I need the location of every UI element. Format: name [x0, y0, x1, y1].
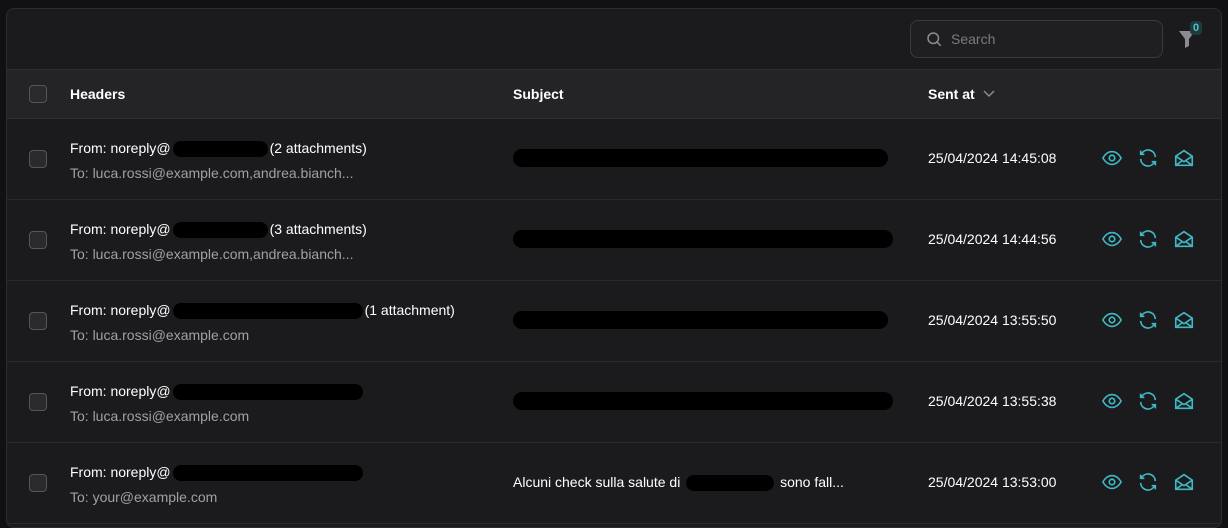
sent-at: 25/04/2024 13:55:38 [928, 393, 1057, 409]
to-line: To: your@example.com [70, 489, 218, 505]
table-row[interactable]: From: noreply@ (2 attachments) To: luca.r… [7, 119, 1221, 200]
subject-text: Alcuni check sulla salute di [513, 474, 681, 490]
eye-icon[interactable] [1101, 471, 1123, 493]
envelope-open-icon[interactable] [1173, 471, 1195, 493]
table-row[interactable]: From: noreply@ To: luca.rossi@example.co… [7, 362, 1221, 443]
row-checkbox[interactable] [29, 312, 47, 330]
table-row[interactable]: From: noreply@ (3 attachments) To: luca.r… [7, 200, 1221, 281]
row-checkbox[interactable] [29, 231, 47, 249]
from-text: From: noreply@ [70, 221, 171, 237]
search-input[interactable] [951, 31, 1151, 47]
column-sent-at-label: Sent at [928, 86, 975, 102]
redacted-sender [172, 303, 363, 320]
attachments-count: (1 attachment) [364, 302, 455, 318]
column-subject: Subject [513, 86, 564, 102]
redacted-sender [172, 465, 363, 482]
resend-icon[interactable] [1137, 147, 1159, 169]
toolbar: 0 [7, 9, 1221, 69]
search-box[interactable] [910, 20, 1163, 58]
from-line: From: noreply@ (1 attachment) [70, 302, 455, 320]
from-text: From: noreply@ [70, 140, 171, 156]
select-all-checkbox[interactable] [29, 85, 47, 103]
eye-icon[interactable] [1101, 228, 1123, 250]
filter-button[interactable]: 0 [1177, 21, 1207, 55]
row-actions [1101, 390, 1195, 412]
search-icon [927, 32, 942, 47]
envelope-open-icon[interactable] [1173, 390, 1195, 412]
resend-icon[interactable] [1137, 228, 1159, 250]
redacted-subject [513, 392, 893, 410]
attachments-count: (3 attachments) [269, 221, 367, 237]
sent-at: 25/04/2024 14:44:56 [928, 231, 1057, 247]
chevron-down-icon [983, 90, 995, 98]
row-actions [1101, 228, 1195, 250]
from-text: From: noreply@ [70, 302, 171, 318]
eye-icon[interactable] [1101, 309, 1123, 331]
redacted-subject [686, 475, 775, 492]
table-row[interactable]: From: noreply@ To: your@example.com 25/0… [7, 443, 1221, 524]
table-row[interactable]: From: noreply@ (1 attachment) To: luca.ro… [7, 281, 1221, 362]
email-log-panel: 0 Headers Subject Sent at From: noreply@… [6, 8, 1222, 528]
sent-at: 25/04/2024 13:53:00 [928, 474, 1057, 490]
row-actions [1101, 147, 1195, 169]
redacted-subject [513, 149, 888, 167]
row-actions [1101, 471, 1195, 493]
to-line: To: luca.rossi@example.com,andrea.bianch… [70, 246, 354, 262]
column-headers: Headers [70, 86, 126, 102]
row-checkbox[interactable] [29, 474, 47, 492]
from-line: From: noreply@ (3 attachments) [70, 221, 367, 239]
from-line: From: noreply@ (2 attachments) [70, 140, 367, 158]
attachments-count: (2 attachments) [269, 140, 367, 156]
envelope-open-icon[interactable] [1173, 147, 1195, 169]
eye-icon[interactable] [1101, 147, 1123, 169]
table-header: Headers Subject Sent at [7, 69, 1221, 119]
envelope-open-icon[interactable] [1173, 309, 1195, 331]
resend-icon[interactable] [1137, 390, 1159, 412]
row-checkbox[interactable] [29, 150, 47, 168]
redacted-subject [513, 311, 888, 329]
subject-text-end: sono fall... [780, 474, 844, 490]
row-actions [1101, 309, 1195, 331]
sent-at: 25/04/2024 14:45:08 [928, 150, 1057, 166]
redacted-sender [172, 222, 268, 239]
from-text: From: noreply@ [70, 383, 171, 399]
redacted-sender [172, 384, 363, 401]
subject: Alcuni check sulla salute di sono fall..… [513, 474, 844, 492]
sent-at: 25/04/2024 13:55:50 [928, 312, 1057, 328]
redacted-subject [513, 230, 893, 248]
redacted-sender [172, 141, 268, 158]
filter-count-badge: 0 [1190, 21, 1203, 35]
envelope-open-icon[interactable] [1173, 228, 1195, 250]
from-text: From: noreply@ [70, 464, 171, 480]
from-line: From: noreply@ [70, 383, 365, 401]
column-sent-at[interactable]: Sent at [928, 86, 995, 102]
eye-icon[interactable] [1101, 390, 1123, 412]
row-checkbox[interactable] [29, 393, 47, 411]
to-line: To: luca.rossi@example.com,andrea.bianch… [70, 165, 354, 181]
resend-icon[interactable] [1137, 471, 1159, 493]
to-line: To: luca.rossi@example.com [70, 327, 250, 343]
to-line: To: luca.rossi@example.com [70, 408, 250, 424]
from-line: From: noreply@ [70, 464, 365, 482]
resend-icon[interactable] [1137, 309, 1159, 331]
